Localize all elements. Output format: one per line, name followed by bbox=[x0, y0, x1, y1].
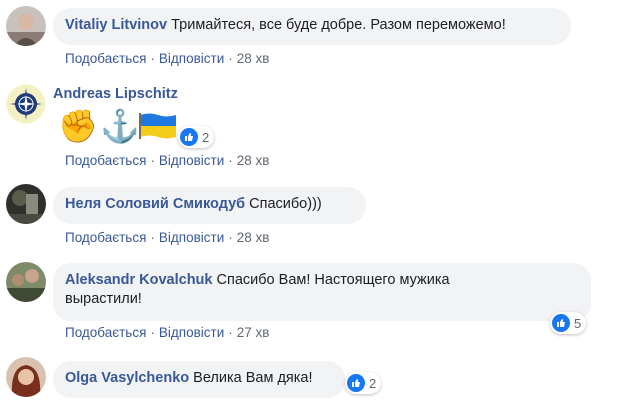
like-link[interactable]: Подобається bbox=[65, 51, 146, 66]
like-link[interactable]: Подобається bbox=[65, 153, 146, 168]
comment-actions: Подобається · Відповісти · 28 хв bbox=[65, 153, 270, 168]
comment-text: Тримайтеся, все буде добре. Разом перемо… bbox=[171, 17, 506, 33]
comment-text: Спасибо))) bbox=[249, 196, 322, 212]
anchor-icon: ⚓ bbox=[100, 108, 140, 144]
timestamp[interactable]: 27 хв bbox=[237, 325, 270, 340]
avatar[interactable] bbox=[6, 84, 46, 124]
reply-link[interactable]: Відповісти bbox=[159, 325, 224, 340]
comment-text: Велика Вам дяка! bbox=[193, 370, 313, 386]
avatar[interactable] bbox=[6, 262, 46, 302]
comment-bubble: Olga Vasylchenko Велика Вам дяка! bbox=[53, 361, 345, 398]
author-name[interactable]: Aleksandr Kovalchuk bbox=[65, 272, 212, 288]
comment-actions: Подобається · Відповісти · 27 хв bbox=[65, 325, 270, 340]
fist-icon: ✊ bbox=[58, 108, 98, 144]
like-icon bbox=[552, 314, 570, 332]
reaction-number: 2 bbox=[369, 375, 377, 391]
comment-bubble: Aleksandr Kovalchuk Спасибо Вам! Настоящ… bbox=[53, 263, 591, 321]
like-icon bbox=[180, 128, 198, 146]
author-name[interactable]: Olga Vasylchenko bbox=[65, 370, 189, 386]
ukraine-flag-icon bbox=[139, 113, 176, 139]
comment-bubble: Неля Соловий Смикодуб Спасибо))) bbox=[53, 187, 366, 224]
timestamp[interactable]: 28 хв bbox=[237, 51, 270, 66]
author-name[interactable]: Vitaliy Litvinov bbox=[65, 17, 167, 33]
avatar[interactable] bbox=[6, 184, 46, 224]
reaction-number: 5 bbox=[574, 315, 582, 331]
like-link[interactable]: Подобається bbox=[65, 230, 146, 245]
comment-text-line-1: Спасибо Вам! Настоящего мужика bbox=[216, 272, 450, 288]
author-name[interactable]: Andreas Lipschitz bbox=[53, 86, 178, 102]
avatar[interactable] bbox=[6, 357, 46, 397]
reaction-count[interactable]: 5 bbox=[550, 312, 587, 334]
comment-text-line-2: вырастили! bbox=[65, 291, 142, 307]
like-icon bbox=[347, 374, 365, 392]
author-name[interactable]: Неля Соловий Смикодуб bbox=[65, 196, 245, 212]
reaction-number: 2 bbox=[202, 129, 210, 145]
comment-actions: Подобається · Відповісти · 28 хв bbox=[65, 51, 270, 66]
timestamp[interactable]: 28 хв bbox=[237, 230, 270, 245]
reply-link[interactable]: Відповісти bbox=[159, 230, 224, 245]
avatar[interactable] bbox=[6, 6, 46, 46]
like-link[interactable]: Подобається bbox=[65, 325, 146, 340]
reaction-count[interactable]: 2 bbox=[178, 126, 215, 148]
reply-link[interactable]: Відповісти bbox=[159, 153, 224, 168]
comment-bubble: Vitaliy Litvinov Тримайтеся, все буде до… bbox=[53, 8, 571, 45]
reaction-count[interactable]: 2 bbox=[345, 372, 382, 394]
nato-logo-icon bbox=[7, 85, 45, 123]
comment-actions: Подобається · Відповісти · 28 хв bbox=[65, 230, 270, 245]
timestamp[interactable]: 28 хв bbox=[237, 153, 270, 168]
reply-link[interactable]: Відповісти bbox=[159, 51, 224, 66]
